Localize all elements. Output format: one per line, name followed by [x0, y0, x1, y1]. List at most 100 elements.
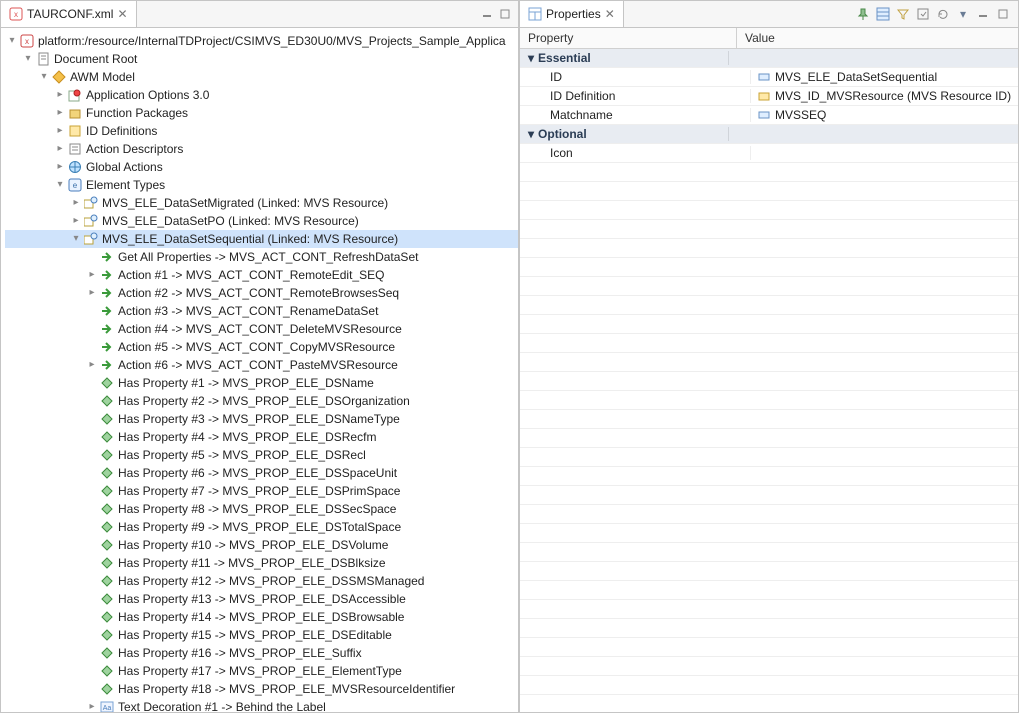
model-tree[interactable]: ▾ x platform:/resource/InternalTDProject…: [1, 28, 518, 712]
properties-tabbar: Properties ✕ ▾: [520, 1, 1018, 28]
show-advanced-icon[interactable]: [914, 5, 932, 23]
view-menu-icon[interactable]: ▾: [954, 5, 972, 23]
tree-item[interactable]: ▸Action #1 -> MVS_ACT_CONT_RemoteEdit_SE…: [5, 266, 518, 284]
expand-icon[interactable]: ▸: [85, 698, 99, 712]
tree-item[interactable]: ▸MVS_ELE_DataSetPO (Linked: MVS Resource…: [5, 212, 518, 230]
collapse-icon[interactable]: ▾: [528, 127, 534, 141]
expand-icon[interactable]: ▸: [53, 158, 67, 176]
arrow-right-icon: [99, 303, 115, 319]
reference-icon: [757, 89, 771, 103]
categories-icon[interactable]: [874, 5, 892, 23]
properties-tab[interactable]: Properties ✕: [520, 1, 624, 27]
property-row[interactable]: ID MVS_ELE_DataSetSequential: [520, 68, 1018, 87]
category-row[interactable]: ▾Optional: [520, 125, 1018, 144]
tree-item[interactable]: Has Property #1 -> MVS_PROP_ELE_DSName: [5, 374, 518, 392]
tree-item[interactable]: Has Property #18 -> MVS_PROP_ELE_MVSReso…: [5, 680, 518, 698]
minimize-icon[interactable]: [480, 7, 494, 21]
arrow-right-icon: [99, 339, 115, 355]
tree-item[interactable]: ▾eElement Types: [5, 176, 518, 194]
tree-item[interactable]: Has Property #7 -> MVS_PROP_ELE_DSPrimSp…: [5, 482, 518, 500]
expand-icon[interactable]: ▸: [53, 140, 67, 158]
tree-item[interactable]: Has Property #3 -> MVS_PROP_ELE_DSNameTy…: [5, 410, 518, 428]
property-icon: [99, 627, 115, 643]
tree-item[interactable]: Has Property #8 -> MVS_PROP_ELE_DSSecSpa…: [5, 500, 518, 518]
close-icon[interactable]: ✕: [605, 7, 615, 21]
tree-item[interactable]: Has Property #10 -> MVS_PROP_ELE_DSVolum…: [5, 536, 518, 554]
tree-item[interactable]: ▾ Document Root: [5, 50, 518, 68]
property-row[interactable]: Icon: [520, 144, 1018, 163]
maximize-icon[interactable]: [994, 5, 1012, 23]
expand-icon[interactable]: ▸: [69, 212, 83, 230]
tree-item[interactable]: Has Property #11 -> MVS_PROP_ELE_DSBlksi…: [5, 554, 518, 572]
tree-item[interactable]: Has Property #15 -> MVS_PROP_ELE_DSEdita…: [5, 626, 518, 644]
property-icon: [99, 483, 115, 499]
tree-item[interactable]: Has Property #6 -> MVS_PROP_ELE_DSSpaceU…: [5, 464, 518, 482]
tree-item-selected[interactable]: ▾MVS_ELE_DataSetSequential (Linked: MVS …: [5, 230, 518, 248]
maximize-icon[interactable]: [498, 7, 512, 21]
tree-root[interactable]: ▾ x platform:/resource/InternalTDProject…: [5, 32, 518, 50]
tree-item[interactable]: Get All Properties -> MVS_ACT_CONT_Refre…: [5, 248, 518, 266]
tree-item[interactable]: Has Property #13 -> MVS_PROP_ELE_DSAcces…: [5, 590, 518, 608]
property-icon: [99, 411, 115, 427]
minimize-icon[interactable]: [974, 5, 992, 23]
tree-item[interactable]: Has Property #4 -> MVS_PROP_ELE_DSRecfm: [5, 428, 518, 446]
tree-item[interactable]: ▸Function Packages: [5, 104, 518, 122]
editor-pane: x TAURCONF.xml ✕ ▾ x platform:/resource/…: [0, 0, 519, 713]
col-property[interactable]: Property: [520, 28, 737, 48]
expand-icon[interactable]: ▸: [85, 284, 99, 302]
expand-icon[interactable]: ▸: [85, 266, 99, 284]
tree-item[interactable]: ▸Application Options 3.0: [5, 86, 518, 104]
expand-icon[interactable]: ▾: [37, 68, 51, 86]
filter-icon[interactable]: [894, 5, 912, 23]
tree-item[interactable]: ▸Action #6 -> MVS_ACT_CONT_PasteMVSResou…: [5, 356, 518, 374]
property-icon: [99, 465, 115, 481]
restore-defaults-icon[interactable]: [934, 5, 952, 23]
tree-item[interactable]: Action #5 -> MVS_ACT_CONT_CopyMVSResourc…: [5, 338, 518, 356]
property-icon: [99, 375, 115, 391]
tree-item[interactable]: ▸MVS_ELE_DataSetMigrated (Linked: MVS Re…: [5, 194, 518, 212]
arrow-right-icon: [99, 249, 115, 265]
property-icon: [99, 429, 115, 445]
tree-item[interactable]: Has Property #16 -> MVS_PROP_ELE_Suffix: [5, 644, 518, 662]
expand-icon[interactable]: ▸: [69, 194, 83, 212]
arrow-right-icon: [99, 321, 115, 337]
tree-item[interactable]: Has Property #14 -> MVS_PROP_ELE_DSBrows…: [5, 608, 518, 626]
expand-icon[interactable]: ▸: [53, 122, 67, 140]
category-row[interactable]: ▾Essential: [520, 49, 1018, 68]
svg-text:x: x: [14, 10, 18, 19]
expand-icon[interactable]: ▸: [53, 104, 67, 122]
tree-item[interactable]: Has Property #17 -> MVS_PROP_ELE_Element…: [5, 662, 518, 680]
tree-item[interactable]: ▸ID Definitions: [5, 122, 518, 140]
expand-icon[interactable]: ▸: [85, 356, 99, 374]
tree-item[interactable]: ▸Global Actions: [5, 158, 518, 176]
text-value-icon: [757, 108, 771, 122]
pin-icon[interactable]: [854, 5, 872, 23]
tree-item[interactable]: Has Property #12 -> MVS_PROP_ELE_DSSMSMa…: [5, 572, 518, 590]
tree-item[interactable]: ▸AaText Decoration #1 -> Behind the Labe…: [5, 698, 518, 712]
editor-tab[interactable]: x TAURCONF.xml ✕: [1, 1, 137, 27]
property-row[interactable]: Matchname MVSSEQ: [520, 106, 1018, 125]
tree-item[interactable]: ▾ AWM Model: [5, 68, 518, 86]
tree-item[interactable]: Has Property #2 -> MVS_PROP_ELE_DSOrgani…: [5, 392, 518, 410]
close-icon[interactable]: ✕: [117, 7, 127, 21]
tree-item[interactable]: Has Property #9 -> MVS_PROP_ELE_DSTotalS…: [5, 518, 518, 536]
expand-icon[interactable]: ▾: [21, 50, 35, 68]
expand-icon[interactable]: ▸: [53, 86, 67, 104]
tree-item[interactable]: Action #3 -> MVS_ACT_CONT_RenameDataSet: [5, 302, 518, 320]
property-row[interactable]: ID Definition MVS_ID_MVSResource (MVS Re…: [520, 87, 1018, 106]
tree-item[interactable]: Action #4 -> MVS_ACT_CONT_DeleteMVSResou…: [5, 320, 518, 338]
tree-item[interactable]: ▸Action #2 -> MVS_ACT_CONT_RemoteBrowses…: [5, 284, 518, 302]
col-value[interactable]: Value: [737, 28, 783, 48]
collapse-icon[interactable]: ▾: [528, 51, 534, 65]
expand-icon[interactable]: ▾: [69, 230, 83, 248]
property-icon: [99, 591, 115, 607]
options-icon: [67, 87, 83, 103]
tree-item[interactable]: ▸Action Descriptors: [5, 140, 518, 158]
package-icon: [67, 105, 83, 121]
expand-icon[interactable]: ▾: [53, 176, 67, 194]
linked-element-icon: [83, 213, 99, 229]
tree-item[interactable]: Has Property #5 -> MVS_PROP_ELE_DSRecl: [5, 446, 518, 464]
expand-icon[interactable]: ▾: [5, 32, 19, 50]
properties-grid[interactable]: ▾Essential ID MVS_ELE_DataSetSequential …: [520, 49, 1018, 712]
arrow-right-icon: [99, 285, 115, 301]
